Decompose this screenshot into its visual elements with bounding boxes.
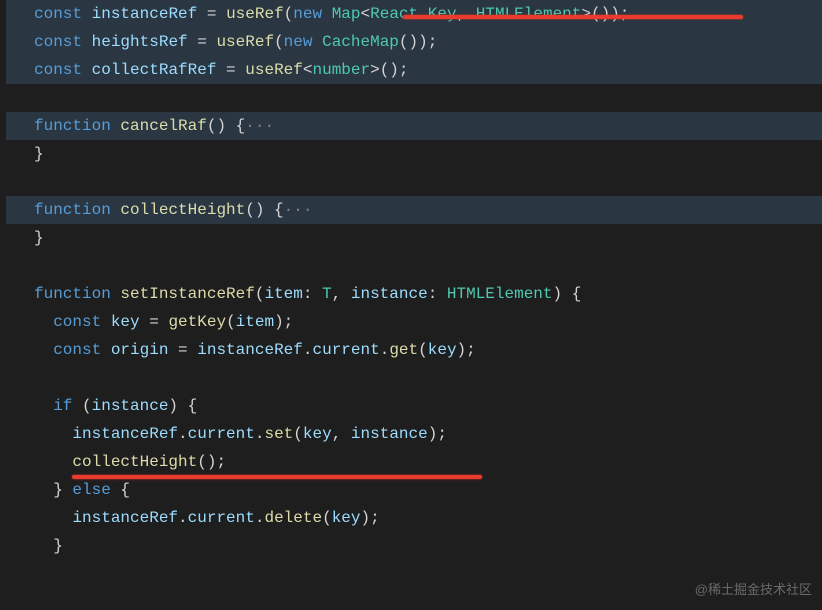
code-line[interactable]: instanceRef.current.delete(key); bbox=[6, 504, 822, 532]
code-line[interactable]: const origin = instanceRef.current.get(k… bbox=[6, 336, 822, 364]
code-line[interactable] bbox=[6, 364, 822, 392]
code-line[interactable] bbox=[6, 168, 822, 196]
code-line[interactable]: } bbox=[6, 224, 822, 252]
code-line[interactable]: const collectRafRef = useRef<number>(); bbox=[6, 56, 822, 84]
fn-call: useRef bbox=[226, 5, 284, 23]
code-line[interactable]: instanceRef.current.set(key, instance); bbox=[6, 420, 822, 448]
code-line[interactable]: } bbox=[6, 140, 822, 168]
code-line[interactable] bbox=[6, 84, 822, 112]
code-line[interactable]: } else { bbox=[6, 476, 822, 504]
watermark: @稀土掘金技术社区 bbox=[695, 576, 812, 604]
fn-decl: cancelRaf bbox=[120, 117, 206, 135]
code-line[interactable] bbox=[6, 252, 822, 280]
code-line[interactable]: function collectHeight() {··· bbox=[6, 196, 822, 224]
type: Map bbox=[332, 5, 361, 23]
identifier: instanceRef bbox=[92, 5, 198, 23]
code-line[interactable]: function setInstanceRef(item: T, instanc… bbox=[6, 280, 822, 308]
code-line[interactable]: const instanceRef = useRef(new Map<React… bbox=[6, 0, 822, 28]
fold-ellipsis-icon[interactable]: ··· bbox=[245, 117, 274, 135]
code-line[interactable]: } bbox=[6, 532, 822, 560]
code-editor[interactable]: const instanceRef = useRef(new Map<React… bbox=[0, 0, 822, 560]
code-line[interactable]: const key = getKey(item); bbox=[6, 308, 822, 336]
code-line[interactable]: if (instance) { bbox=[6, 392, 822, 420]
code-line[interactable]: collectHeight(); bbox=[6, 448, 822, 476]
code-line[interactable]: function cancelRaf() {··· bbox=[6, 112, 822, 140]
fold-ellipsis-icon[interactable]: ··· bbox=[284, 201, 313, 219]
keyword: const bbox=[34, 5, 82, 23]
code-line[interactable]: const heightsRef = useRef(new CacheMap()… bbox=[6, 28, 822, 56]
fn-decl: collectHeight bbox=[120, 201, 245, 219]
fn-decl: setInstanceRef bbox=[120, 285, 254, 303]
